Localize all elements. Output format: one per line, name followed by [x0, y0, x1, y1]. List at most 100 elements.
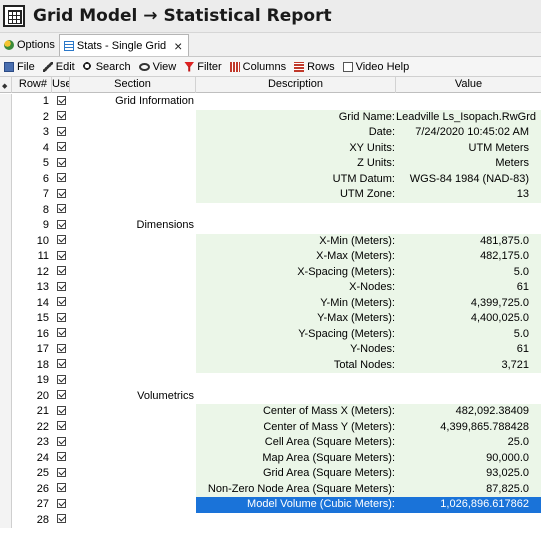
use-cell[interactable] — [52, 280, 70, 296]
menu-rows[interactable]: Rows — [290, 58, 339, 76]
use-checkbox[interactable] — [56, 405, 66, 415]
use-checkbox[interactable] — [56, 436, 66, 446]
row-indicator[interactable] — [0, 109, 12, 125]
row-indicator[interactable] — [0, 94, 12, 110]
use-checkbox[interactable] — [56, 266, 66, 276]
table-row[interactable]: 14 Y-Min (Meters): 4,399,725.0 — [0, 295, 541, 312]
use-checkbox[interactable] — [56, 126, 66, 136]
menu-file[interactable]: File — [0, 58, 39, 76]
table-row[interactable]: 2 Grid Name: Leadville Ls_Isopach.RwGrd — [0, 109, 541, 126]
row-indicator[interactable] — [0, 326, 12, 342]
table-row[interactable]: 19 — [0, 373, 541, 389]
header-value[interactable]: Value — [396, 77, 541, 93]
use-cell[interactable] — [52, 110, 70, 126]
table-row[interactable]: 24 Map Area (Square Meters): 90,000.0 — [0, 450, 541, 467]
use-checkbox[interactable] — [56, 235, 66, 245]
use-cell[interactable] — [52, 156, 70, 172]
table-row[interactable]: 10 X-Min (Meters): 481,875.0 — [0, 233, 541, 250]
row-indicator[interactable] — [0, 125, 12, 141]
use-checkbox[interactable] — [56, 312, 66, 322]
table-row[interactable]: 7 UTM Zone: 13 — [0, 187, 541, 203]
row-indicator[interactable] — [0, 295, 12, 311]
table-row[interactable]: 28 — [0, 512, 541, 528]
use-cell[interactable] — [52, 358, 70, 374]
use-checkbox[interactable] — [56, 483, 66, 493]
row-indicator[interactable] — [0, 218, 12, 234]
table-row[interactable]: 16 Y-Spacing (Meters): 5.0 — [0, 326, 541, 342]
table-row[interactable]: 12 X-Spacing (Meters): 5.0 — [0, 264, 541, 280]
row-indicator[interactable] — [0, 311, 12, 327]
use-cell[interactable] — [52, 389, 70, 405]
header-section[interactable]: Section — [70, 77, 196, 93]
row-indicator[interactable] — [0, 357, 12, 373]
table-row[interactable]: 9 Dimensions — [0, 218, 541, 234]
use-checkbox[interactable] — [56, 328, 66, 338]
table-row[interactable]: 18 Total Nodes: 3,721 — [0, 357, 541, 374]
row-indicator[interactable] — [0, 171, 12, 187]
use-checkbox[interactable] — [56, 452, 66, 462]
tab-stats-single-grid[interactable]: Stats - Single Grid × — [58, 34, 190, 56]
row-indicator[interactable] — [0, 404, 12, 420]
use-checkbox[interactable] — [56, 188, 66, 198]
use-cell[interactable] — [52, 466, 70, 482]
table-row[interactable]: 8 — [0, 202, 541, 219]
menu-search[interactable]: Search — [79, 58, 135, 76]
table-row[interactable]: 6 UTM Datum: WGS-84 1984 (NAD-83) — [0, 171, 541, 188]
row-indicator[interactable] — [0, 280, 12, 296]
use-cell[interactable] — [52, 420, 70, 436]
use-cell[interactable] — [52, 187, 70, 203]
row-indicator[interactable] — [0, 512, 12, 528]
row-indicator[interactable] — [0, 481, 12, 497]
use-checkbox[interactable] — [56, 467, 66, 477]
use-checkbox[interactable] — [56, 374, 66, 384]
use-checkbox[interactable] — [56, 219, 66, 229]
use-cell[interactable] — [52, 203, 70, 219]
row-indicator[interactable] — [0, 373, 12, 389]
row-indicator[interactable] — [0, 388, 12, 404]
table-row[interactable]: 27 Model Volume (Cubic Meters): 1,026,896.… — [0, 497, 541, 513]
use-checkbox[interactable] — [56, 390, 66, 400]
header-row-number[interactable]: Row# — [12, 77, 52, 93]
menu-columns[interactable]: Columns — [226, 58, 290, 76]
row-indicator[interactable] — [0, 264, 12, 280]
row-indicator[interactable] — [0, 140, 12, 156]
use-cell[interactable] — [52, 451, 70, 467]
table-row[interactable]: 25 Grid Area (Square Meters): 93,025.0 — [0, 466, 541, 482]
row-indicator[interactable] — [0, 419, 12, 435]
use-checkbox[interactable] — [56, 157, 66, 167]
menu-video-help[interactable]: Video Help — [339, 58, 414, 76]
table-row[interactable]: 4 XY Units: UTM Meters — [0, 140, 541, 156]
use-checkbox[interactable] — [56, 297, 66, 307]
menu-edit[interactable]: Edit — [39, 58, 79, 76]
use-cell[interactable] — [52, 172, 70, 188]
use-checkbox[interactable] — [56, 281, 66, 291]
table-row[interactable]: 1 Grid Information — [0, 94, 541, 110]
use-checkbox[interactable] — [56, 359, 66, 369]
table-row[interactable]: 26 Non-Zero Node Area (Square Meters): 87,… — [0, 481, 541, 498]
menu-view[interactable]: View — [135, 58, 181, 76]
table-row[interactable]: 23 Cell Area (Square Meters): 25.0 — [0, 435, 541, 451]
table-row[interactable]: 20 Volumetrics — [0, 388, 541, 405]
use-checkbox[interactable] — [56, 343, 66, 353]
row-indicator[interactable] — [0, 233, 12, 249]
use-checkbox[interactable] — [56, 173, 66, 183]
use-cell[interactable] — [52, 497, 70, 513]
use-cell[interactable] — [52, 234, 70, 250]
row-indicator[interactable] — [0, 342, 12, 358]
table-row[interactable]: 22 Center of Mass Y (Meters): 4,399,865.78… — [0, 419, 541, 436]
header-corner[interactable]: ◆ — [0, 77, 12, 93]
use-cell[interactable] — [52, 482, 70, 498]
use-checkbox[interactable] — [56, 142, 66, 152]
row-indicator[interactable] — [0, 450, 12, 466]
use-cell[interactable] — [52, 404, 70, 420]
header-use[interactable]: Use — [52, 77, 70, 93]
use-cell[interactable] — [52, 296, 70, 312]
table-row[interactable]: 11 X-Max (Meters): 482,175.0 — [0, 249, 541, 265]
use-checkbox[interactable] — [56, 421, 66, 431]
use-cell[interactable] — [52, 311, 70, 327]
use-cell[interactable] — [52, 373, 70, 389]
row-indicator[interactable] — [0, 435, 12, 451]
use-cell[interactable] — [52, 218, 70, 234]
table-row[interactable]: 17 Y-Nodes: 61 — [0, 342, 541, 358]
use-checkbox[interactable] — [56, 111, 66, 121]
